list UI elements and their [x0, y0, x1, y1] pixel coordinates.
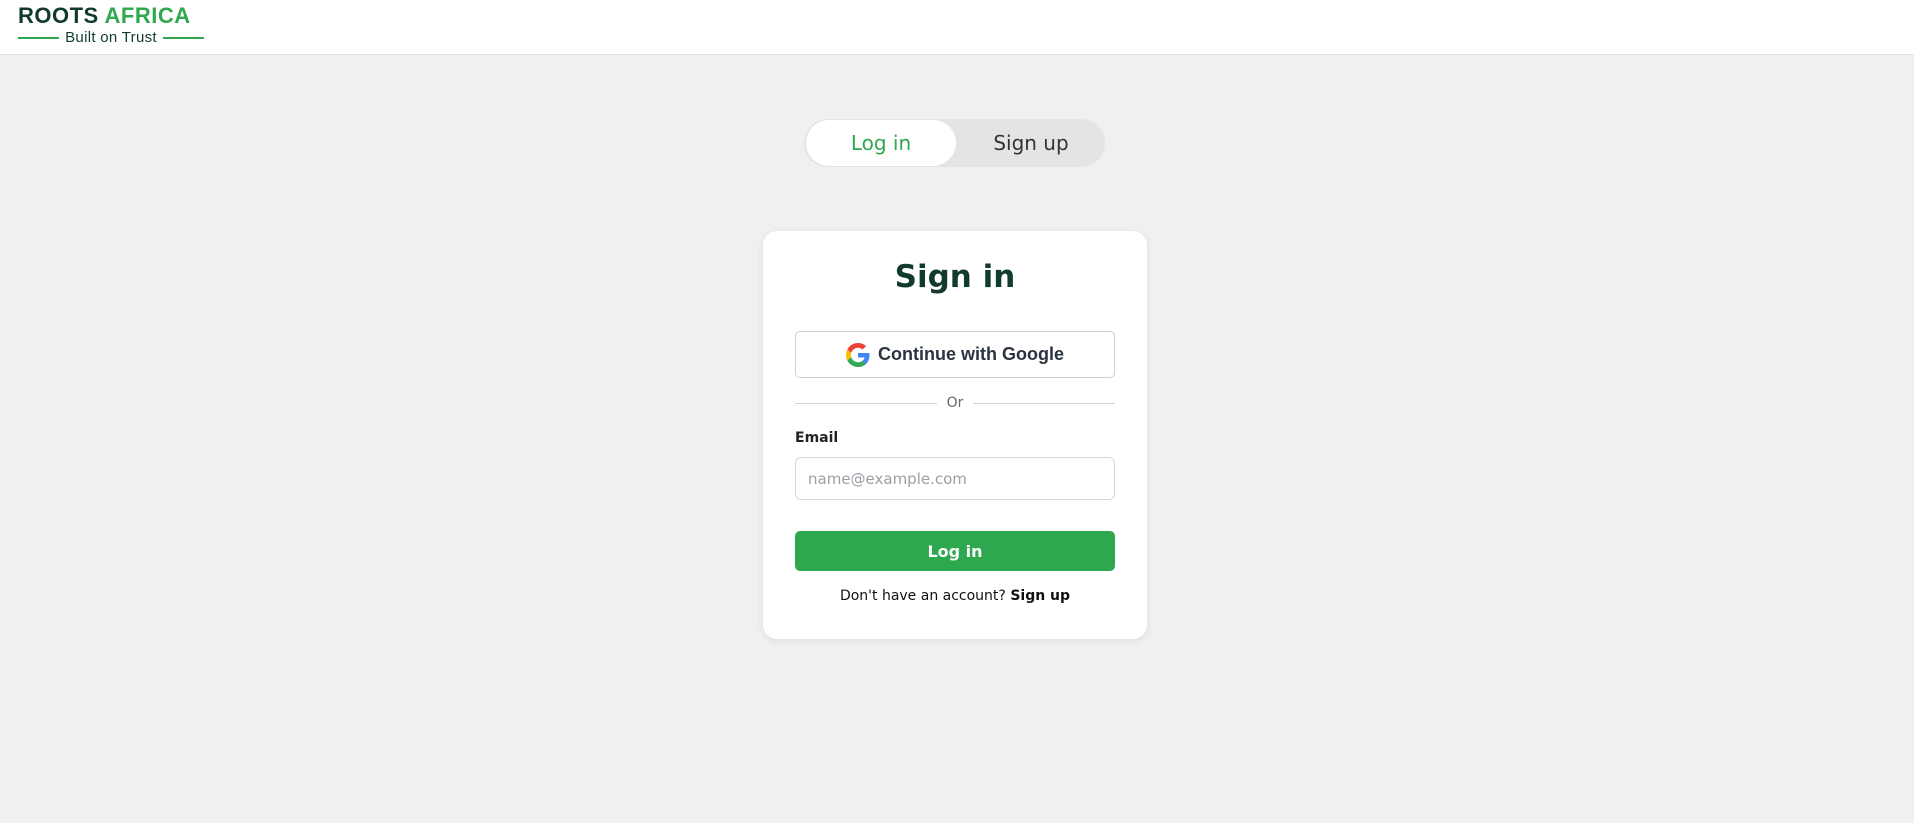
top-navbar: ROOTS AFRICA Built on Trust — [0, 0, 1914, 55]
continue-with-google-button[interactable]: Continue with Google — [795, 331, 1115, 378]
logo-tagline: Built on Trust — [65, 29, 157, 46]
tagline-rule-right — [162, 36, 204, 39]
or-divider: Or — [795, 393, 1115, 413]
logo-wordmark: ROOTS AFRICA — [18, 4, 204, 28]
roots-africa-logo[interactable]: ROOTS AFRICA Built on Trust — [18, 4, 204, 46]
sign-in-card: Sign in Continue with Google Or Email Lo… — [763, 231, 1147, 639]
toggle-signup-tab[interactable]: Sign up — [957, 119, 1105, 167]
email-label: Email — [795, 430, 839, 446]
signup-prompt: Don't have an account? Sign up — [763, 588, 1147, 604]
no-account-text: Don't have an account? — [839, 588, 1006, 604]
divider-rule-left — [795, 402, 937, 404]
divider-text: Or — [946, 395, 964, 411]
sign-up-link[interactable]: Sign up — [1010, 588, 1070, 604]
divider-rule-right — [973, 402, 1115, 404]
google-button-label: Continue with Google — [878, 344, 1064, 364]
log-in-button[interactable]: Log in — [795, 531, 1115, 571]
sign-in-title: Sign in — [894, 259, 1016, 295]
google-g-icon — [846, 342, 870, 367]
logo-tagline-row: Built on Trust — [18, 29, 204, 46]
logo-word-roots: ROOTS — [18, 3, 99, 28]
auth-mode-toggle: Log in Sign up — [804, 119, 1105, 167]
logo-word-africa: AFRICA — [104, 3, 191, 28]
tagline-rule-left — [18, 36, 60, 39]
toggle-login-tab[interactable]: Log in — [806, 120, 956, 166]
email-input[interactable] — [795, 457, 1115, 500]
